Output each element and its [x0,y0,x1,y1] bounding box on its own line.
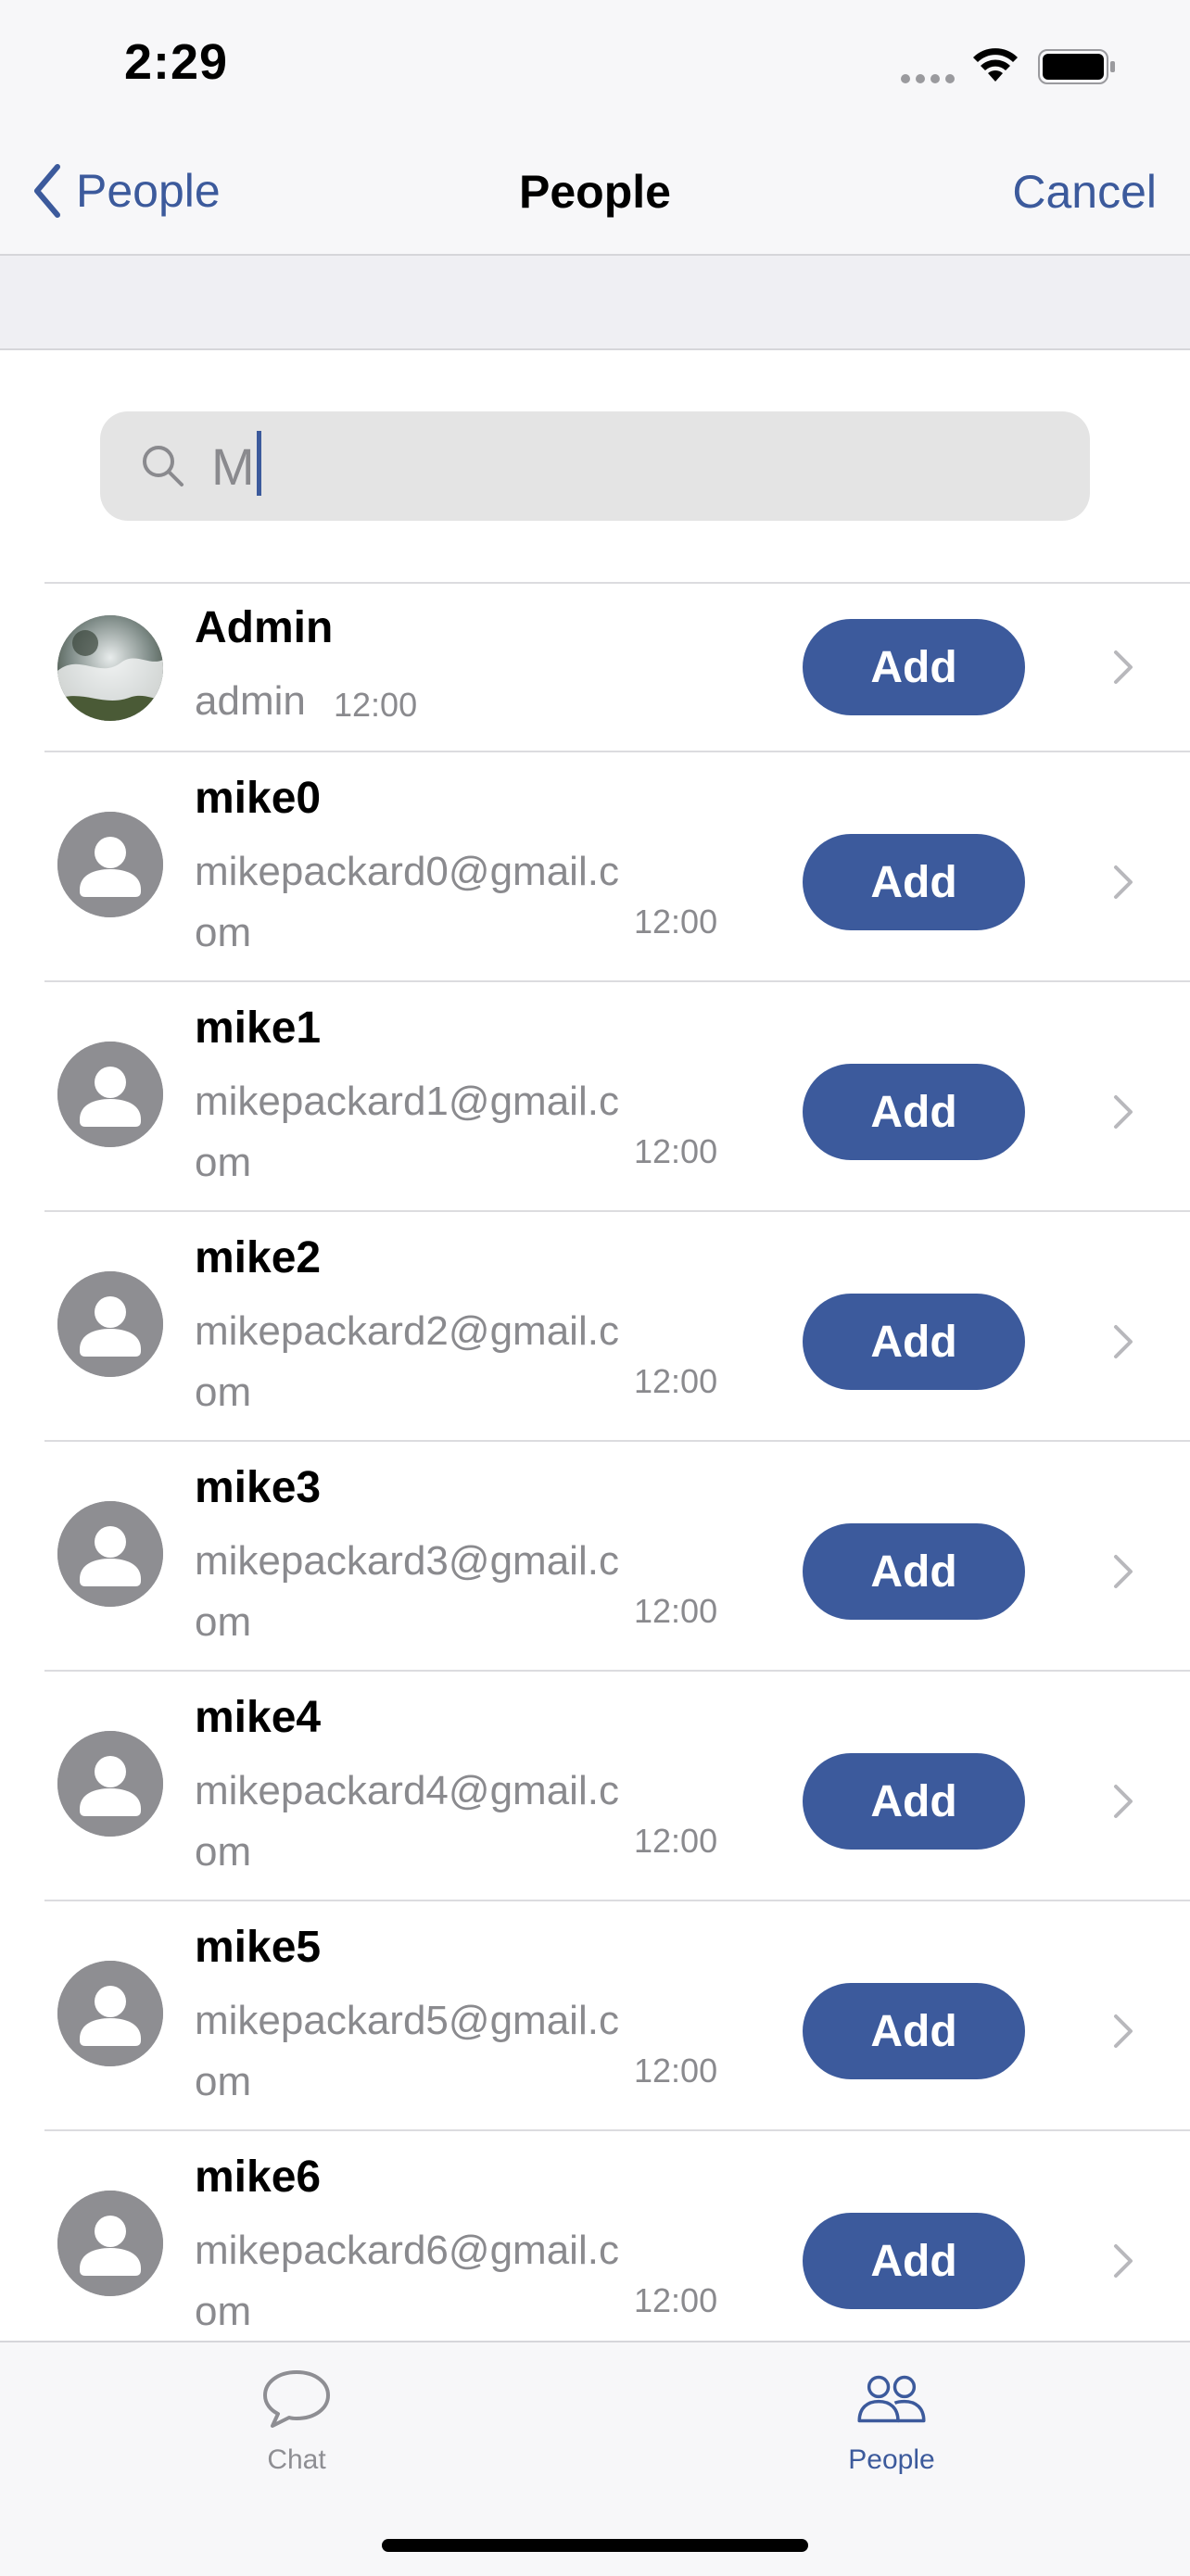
add-button[interactable]: Add [803,1523,1025,1620]
person-time: 12:00 [634,1822,718,1860]
person-name: mike4 [195,1693,322,1742]
chat-bubble-icon [263,2370,330,2428]
chevron-right-icon [1114,2014,1133,2048]
list-item[interactable]: mike4 mikepackard4@gmail.com 12:00 Add [44,1670,1190,1900]
text-cursor [256,431,261,496]
tab-chat[interactable]: Chat [204,2367,389,2476]
battery-icon [1038,49,1115,84]
list-item[interactable]: mike1 mikepackard1@gmail.com 12:00 Add [44,980,1190,1210]
person-name: mike3 [195,1463,322,1512]
chevron-right-icon [1114,650,1133,684]
search-icon [143,446,184,486]
person-name: mike1 [195,1004,322,1053]
person-placeholder-icon [57,1271,163,1377]
person-subtitle: mikepackard5@gmail.com [195,1998,619,2104]
back-button[interactable]: People [32,163,221,219]
person-name: mike0 [195,774,322,823]
person-placeholder-icon [57,1731,163,1837]
avatar [57,615,163,721]
chevron-right-icon [1114,1555,1133,1588]
avatar [57,1501,163,1607]
add-button[interactable]: Add [803,1753,1025,1850]
add-button[interactable]: Add [803,2213,1025,2309]
person-name: mike6 [195,2153,322,2202]
person-name: Admin [195,603,334,652]
tab-people-label: People [848,2444,935,2475]
avatar [57,2191,163,2296]
add-button[interactable]: Add [803,834,1025,930]
navigation-bar: People People Cancel [0,130,1190,256]
add-button[interactable]: Add [803,1983,1025,2079]
section-divider [0,256,1190,350]
people-icon [857,2375,926,2423]
person-placeholder-icon [57,2191,163,2296]
tab-chat-label: Chat [267,2444,326,2475]
person-subtitle: mikepackard0@gmail.com [195,849,619,955]
person-placeholder-icon [57,1961,163,2066]
add-button[interactable]: Add [803,619,1025,715]
person-time: 12:00 [634,1132,718,1170]
person-time: 12:00 [634,1362,718,1400]
person-time: 12:00 [634,2052,718,2090]
list-item[interactable]: Admin admin 12:00 Add [44,582,1190,751]
home-indicator [382,2539,808,2552]
list-item[interactable]: mike3 mikepackard3@gmail.com 12:00 Add [44,1440,1190,1670]
chevron-right-icon [1114,1325,1133,1358]
status-bar: 2:29 [0,0,1190,130]
cancel-button[interactable]: Cancel [1012,165,1157,219]
person-name: mike5 [195,1923,322,1972]
person-name: mike2 [195,1233,322,1282]
list-item[interactable]: mike0 mikepackard0@gmail.com 12:00 Add [44,751,1190,980]
person-placeholder-icon [57,812,163,917]
search-input[interactable]: M [100,411,1090,521]
avatar-photo [57,615,163,721]
person-placeholder-icon [57,1501,163,1607]
add-button[interactable]: Add [803,1294,1025,1390]
chevron-right-icon [1114,1095,1133,1129]
status-time: 2:29 [124,34,229,90]
person-subtitle: mikepackard4@gmail.com [195,1768,619,1875]
chevron-left-icon [34,164,60,218]
search-input-value: M [211,436,255,496]
tab-people[interactable]: People [799,2367,984,2476]
chevron-right-icon [1114,2244,1133,2278]
person-time: 12:00 [334,686,418,724]
person-time: 12:00 [634,903,718,941]
person-time: 12:00 [634,2281,718,2319]
back-button-label: People [76,165,221,217]
person-subtitle: mikepackard6@gmail.com [195,2228,619,2334]
person-time: 12:00 [634,1592,718,1630]
person-subtitle: mikepackard2@gmail.com [195,1308,619,1415]
cellular-signal-icon [901,74,955,83]
person-subtitle: mikepackard1@gmail.com [195,1079,619,1185]
people-list: Admin admin 12:00 Add mike0 mikepackard0@gmai… [0,582,1190,2359]
person-placeholder-icon [57,1042,163,1147]
avatar [57,1042,163,1147]
list-item[interactable]: mike6 mikepackard6@gmail.com 12:00 Add [44,2129,1190,2359]
avatar [57,1731,163,1837]
avatar [57,812,163,917]
chevron-right-icon [1114,865,1133,899]
chevron-right-icon [1114,1785,1133,1818]
avatar [57,1961,163,2066]
person-subtitle: mikepackard3@gmail.com [195,1538,619,1645]
wifi-icon [973,48,1018,82]
add-button[interactable]: Add [803,1064,1025,1160]
avatar [57,1271,163,1377]
list-item[interactable]: mike2 mikepackard2@gmail.com 12:00 Add [44,1210,1190,1440]
list-item[interactable]: mike5 mikepackard5@gmail.com 12:00 Add [44,1900,1190,2129]
